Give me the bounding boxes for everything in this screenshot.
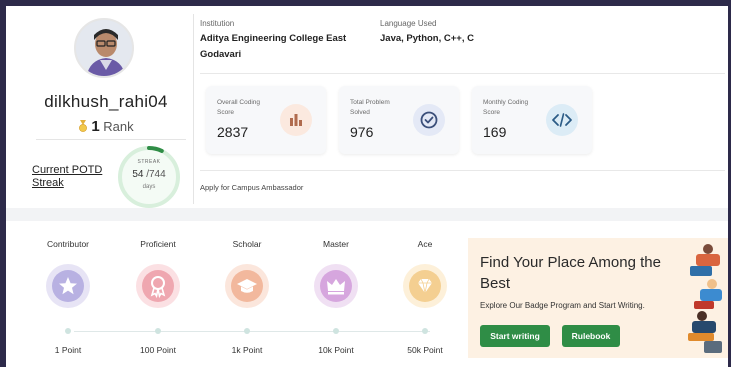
badge-circle <box>136 264 180 308</box>
profile-dashboard: dilkhush_rahi04 1 Rank Current POTD Stre… <box>6 6 728 367</box>
profile-divider <box>36 139 186 140</box>
potd-streak-link[interactable]: Current POTD Streak <box>32 164 112 190</box>
stat-value: 169 <box>483 124 507 140</box>
profile-top-panel: dilkhush_rahi04 1 Rank Current POTD Stre… <box>6 6 728 208</box>
track-dot <box>244 328 250 334</box>
diamond-icon <box>409 270 441 302</box>
start-writing-button[interactable]: Start writing <box>480 325 550 347</box>
star-icon <box>52 270 84 302</box>
badge-circle <box>46 264 90 308</box>
badge-name: Ace <box>417 239 433 249</box>
stat-value: 976 <box>350 124 374 140</box>
badge-name: Master <box>323 239 349 249</box>
badge-circle <box>403 264 447 308</box>
stats-divider <box>200 170 725 171</box>
medal-icon <box>79 120 88 132</box>
rank: 1 Rank <box>26 118 186 135</box>
promo-description: Explore Our Badge Program and Start Writ… <box>480 301 645 310</box>
avatar[interactable] <box>74 18 134 78</box>
code-icon <box>546 104 578 136</box>
rulebook-button[interactable]: Rulebook <box>562 325 620 347</box>
badge-points: 100 Point <box>140 345 176 355</box>
promo-title: Find Your Place Among the Best <box>480 254 661 292</box>
track-dot <box>422 328 428 334</box>
track-dot <box>155 328 161 334</box>
people-illustration-icon <box>688 244 722 353</box>
rank-label: Rank <box>103 119 134 134</box>
crown-icon <box>320 270 352 302</box>
campus-ambassador-link[interactable]: Apply for Campus Ambassador <box>200 183 303 192</box>
badge-circle <box>225 264 269 308</box>
streak-unit: days <box>142 184 156 190</box>
stat-card-monthly-score: Monthly Coding Score 169 <box>472 86 592 154</box>
badge-points: 1k Point <box>231 345 263 355</box>
rank-value: 1 <box>91 118 100 135</box>
badge-points: 1 Point <box>54 345 82 355</box>
streak-total: /744 <box>146 169 166 180</box>
ribbon-icon <box>142 270 174 302</box>
streak-label: STREAK <box>137 159 161 165</box>
streak-current: 54 <box>132 169 144 180</box>
username: dilkhush_rahi04 <box>44 92 168 111</box>
info-divider <box>200 73 725 74</box>
profile-card: dilkhush_rahi04 1 Rank Current POTD Stre… <box>26 16 191 208</box>
badge-name: Contributor <box>46 239 90 249</box>
avatar-photo-icon <box>76 20 132 76</box>
badge-points: 50k Point <box>407 345 443 355</box>
stat-title: Overall Coding Score <box>217 99 260 116</box>
badge-circle <box>314 264 358 308</box>
bar-chart-icon <box>280 104 312 136</box>
stat-card-problems-solved: Total Problem Solved 976 <box>339 86 459 154</box>
stat-title: Monthly Coding Score <box>483 99 529 116</box>
language-value: Java, Python, C++, C <box>380 33 474 44</box>
stat-title: Total Problem Solved <box>350 99 390 116</box>
badge-points: 10k Point <box>318 345 354 355</box>
track-dot <box>65 328 71 334</box>
graduation-cap-icon <box>231 270 263 302</box>
badge-name: Proficient <box>140 239 176 249</box>
stat-value: 2837 <box>217 124 249 140</box>
stat-card-overall-score: Overall Coding Score 2837 <box>206 86 326 154</box>
track-dot <box>333 328 339 334</box>
badge-progress-track <box>74 331 430 332</box>
badge-name: Scholar <box>232 239 262 249</box>
language-label: Language Used <box>380 19 437 28</box>
institution-label: Institution <box>200 19 235 28</box>
check-circle-icon <box>413 104 445 136</box>
badge-program-banner: Find Your Place Among the Best Explore O… <box>468 238 728 358</box>
institution-value: Aditya Engineering College East Godavari <box>200 33 347 60</box>
vertical-divider <box>193 14 194 204</box>
